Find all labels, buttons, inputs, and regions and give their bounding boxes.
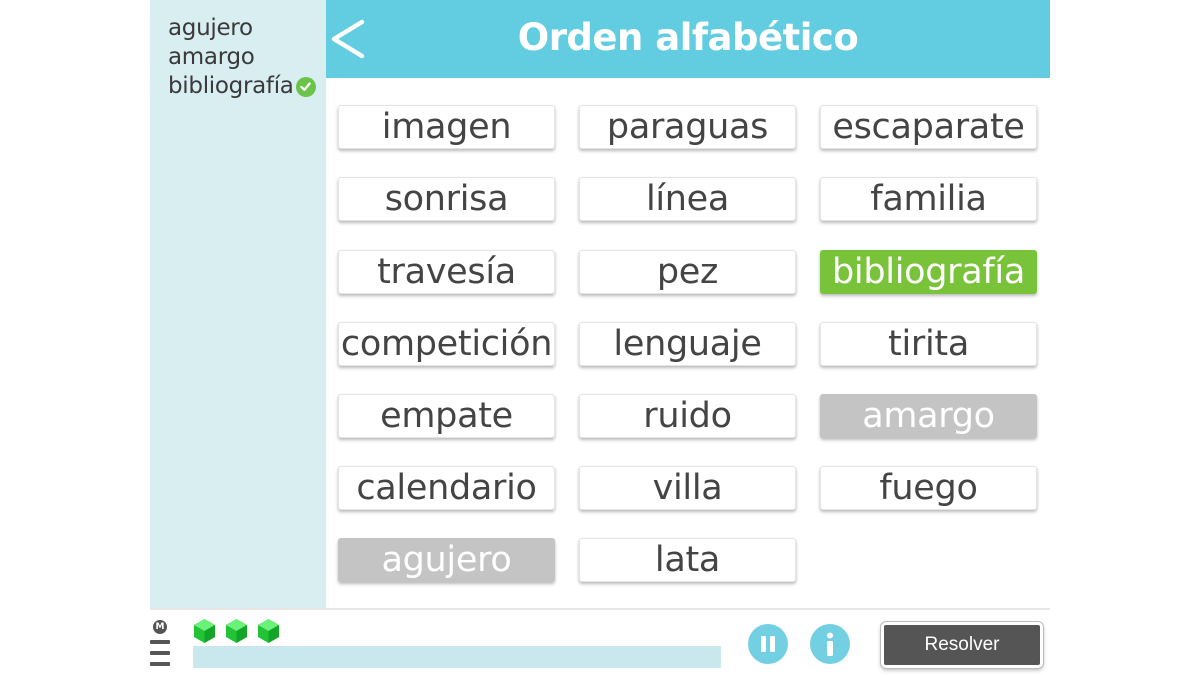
word-tile-done: agujero	[338, 538, 555, 582]
found-word: agujero	[168, 14, 326, 43]
word-tile[interactable]: fuego	[820, 466, 1037, 510]
page-title: Orden alfabético	[517, 16, 859, 59]
word-tile[interactable]: lenguaje	[579, 322, 796, 366]
footer-bar: M Resolver	[150, 608, 1050, 675]
word-tile[interactable]: ruido	[579, 394, 796, 438]
word-tile[interactable]: imagen	[338, 105, 555, 149]
word-tile[interactable]: calendario	[338, 466, 555, 510]
lives-gems	[192, 618, 281, 644]
word-tile[interactable]: villa	[579, 466, 796, 510]
word-tile[interactable]: tirita	[820, 322, 1037, 366]
game-app: agujero amargo bibliografía Orden alfabé…	[150, 0, 1050, 675]
word-tile[interactable]: lata	[579, 538, 796, 582]
menu-badge: M	[153, 620, 167, 634]
word-tile[interactable]: empate	[338, 394, 555, 438]
found-word-text: amargo	[168, 44, 255, 70]
word-tile[interactable]: competición	[338, 322, 555, 366]
word-tile[interactable]: pez	[579, 250, 796, 294]
word-tile[interactable]: familia	[820, 177, 1037, 221]
green-gem-icon	[226, 619, 247, 643]
word-tile-current[interactable]: bibliografía	[820, 250, 1037, 294]
menu-icon	[150, 651, 170, 655]
menu-icon	[150, 640, 170, 644]
found-word-text: bibliografía	[168, 73, 294, 99]
found-word: bibliografía	[168, 72, 326, 101]
info-button[interactable]	[810, 624, 850, 664]
word-tile[interactable]: sonrisa	[338, 177, 555, 221]
info-icon	[827, 632, 833, 656]
word-tile-done: amargo	[820, 394, 1037, 438]
menu-icon	[150, 662, 170, 666]
checkmark-icon	[295, 76, 316, 97]
word-tile[interactable]: línea	[579, 177, 796, 221]
found-word-text: agujero	[168, 15, 253, 41]
menu-button[interactable]: M	[150, 620, 172, 672]
pause-button[interactable]	[748, 624, 788, 664]
found-words-panel: agujero amargo bibliografía	[150, 0, 326, 608]
back-button[interactable]	[326, 6, 374, 72]
resolver-button[interactable]: Resolver	[881, 622, 1043, 668]
chevron-left-icon	[331, 19, 365, 59]
word-tile[interactable]: escaparate	[820, 105, 1037, 149]
green-gem-icon	[194, 619, 215, 643]
found-word: amargo	[168, 43, 326, 72]
pause-icon	[761, 636, 775, 652]
word-tile[interactable]: travesía	[338, 250, 555, 294]
progress-bar	[193, 646, 721, 668]
word-tile[interactable]: paraguas	[579, 105, 796, 149]
green-gem-icon	[258, 619, 279, 643]
header-bar: Orden alfabético	[326, 0, 1050, 78]
